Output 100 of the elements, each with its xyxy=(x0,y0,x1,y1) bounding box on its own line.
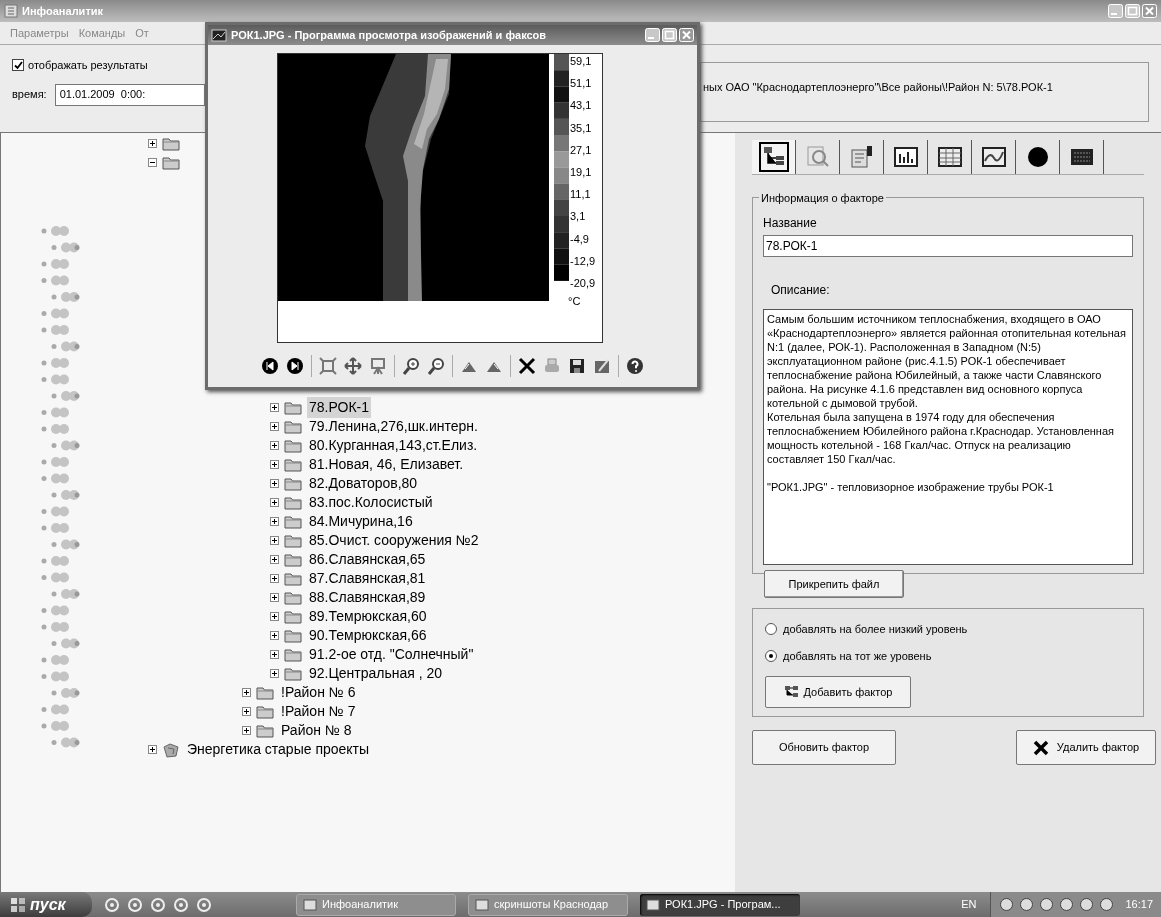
expand-icon[interactable] xyxy=(270,669,279,678)
expand-icon[interactable] xyxy=(270,479,279,488)
scale-label: 11,1 xyxy=(569,189,592,201)
tree-item[interactable]: 79.Ленина,276,шк.интерн. xyxy=(307,416,480,437)
collapse-icon[interactable] xyxy=(148,158,157,167)
expand-icon[interactable] xyxy=(270,422,279,431)
delete-factor-button[interactable]: Удалить фактор xyxy=(1016,730,1156,765)
tree-item[interactable]: 78.РОК-1 xyxy=(307,397,371,418)
tree-item[interactable]: 84.Мичурина,16 xyxy=(307,511,415,532)
expand-icon[interactable] xyxy=(270,593,279,602)
folder-icon xyxy=(284,533,302,548)
folder-icon xyxy=(284,419,302,434)
tray-icon[interactable] xyxy=(1019,897,1035,912)
expand-icon[interactable] xyxy=(270,612,279,621)
tree-item[interactable]: Район № 8 xyxy=(279,720,354,741)
tree-item[interactable]: 85.Очист. сооружения №2 xyxy=(307,530,481,551)
scale-label: -20,9 xyxy=(569,277,596,289)
scale-label: 51,1 xyxy=(569,78,593,90)
expand-icon[interactable] xyxy=(242,726,251,735)
start-button[interactable]: пуск xyxy=(0,892,92,917)
tray-icon[interactable] xyxy=(999,897,1015,912)
help-icon[interactable] xyxy=(626,357,644,375)
add-factor-button[interactable]: Добавить фактор xyxy=(765,676,911,708)
language-indicator[interactable]: EN xyxy=(961,896,977,913)
tree-item[interactable]: 83.пос.Колосистый xyxy=(307,492,435,513)
tree-item[interactable]: 92.Центральная , 20 xyxy=(307,663,445,684)
radio-button[interactable] xyxy=(765,649,777,662)
zoom-out-icon[interactable] xyxy=(427,357,445,375)
tree-item[interactable]: 82.Доваторов,80 xyxy=(307,473,420,494)
tab[interactable] xyxy=(752,140,796,174)
folder-icon xyxy=(162,136,180,151)
checkbox[interactable] xyxy=(12,59,24,72)
expand-icon[interactable] xyxy=(270,555,279,564)
expand-icon[interactable] xyxy=(270,403,279,412)
zoom-in-icon[interactable] xyxy=(402,357,420,375)
tree-item[interactable]: 88.Славянская,89 xyxy=(307,587,428,608)
fit-to-window-icon[interactable] xyxy=(319,357,337,375)
app-icon xyxy=(4,4,18,18)
expand-icon[interactable] xyxy=(148,139,157,148)
expand-icon[interactable] xyxy=(148,745,157,754)
tree-item[interactable]: Энергетика старые проекты xyxy=(185,739,372,760)
time-field[interactable]: 01.01.2009 0:00: xyxy=(54,83,205,106)
tray-icon[interactable] xyxy=(1039,897,1055,912)
folder-icon xyxy=(284,571,302,586)
quick-launch-icon[interactable] xyxy=(127,896,143,913)
folder-icon xyxy=(256,685,274,700)
quick-launch-icon[interactable] xyxy=(173,896,189,913)
quick-launch-icon[interactable] xyxy=(104,896,120,913)
quick-launch-icon[interactable] xyxy=(150,896,166,913)
update-factor-button[interactable]: Обновить фактор xyxy=(752,730,896,765)
expand-icon[interactable] xyxy=(270,650,279,659)
close-button[interactable] xyxy=(679,28,694,42)
expand-icon[interactable] xyxy=(270,441,279,450)
tree-item[interactable]: 86.Славянская,65 xyxy=(307,549,428,570)
tray-icon[interactable] xyxy=(1099,897,1115,912)
expand-icon[interactable] xyxy=(270,498,279,507)
clock: 16:17 xyxy=(1125,897,1153,913)
save-icon[interactable] xyxy=(568,357,586,375)
tree-item[interactable]: 87.Славянская,81 xyxy=(307,568,428,589)
expand-icon[interactable] xyxy=(242,707,251,716)
close-button[interactable] xyxy=(1142,4,1157,18)
tree-item[interactable]: !Район № 6 xyxy=(279,682,358,703)
tree-item[interactable]: 90.Темрюкская,66 xyxy=(307,625,429,646)
folder-icon xyxy=(284,438,302,453)
folder-icon xyxy=(284,457,302,472)
tree-item[interactable]: 89.Темрюкская,60 xyxy=(307,606,429,627)
taskbar-button[interactable]: РОК1.JPG - Програм... xyxy=(640,893,800,916)
window-title: Инфоаналитик xyxy=(22,3,105,19)
name-field[interactable]: 78.РОК-1 xyxy=(763,235,1133,257)
expand-icon[interactable] xyxy=(270,517,279,526)
edit-icon xyxy=(848,144,875,170)
folder-icon xyxy=(284,495,302,510)
tray-icon[interactable] xyxy=(1079,897,1095,912)
delete-icon[interactable] xyxy=(518,357,536,375)
folder-icon xyxy=(284,514,302,529)
next-icon[interactable] xyxy=(286,357,304,375)
tree-item[interactable]: 80.Курганная,143,ст.Елиз. xyxy=(307,435,480,456)
expand-icon[interactable] xyxy=(242,688,251,697)
time-label: время: xyxy=(12,87,47,103)
expand-icon[interactable] xyxy=(270,574,279,583)
expand-icon[interactable] xyxy=(270,536,279,545)
easel-icon[interactable] xyxy=(369,357,387,375)
tree-item[interactable]: 91.2-ое отд. "Солнечный" xyxy=(307,644,476,665)
folder-icon xyxy=(256,704,274,719)
expand-icon[interactable] xyxy=(270,460,279,469)
tree-item[interactable]: !Район № 7 xyxy=(279,701,358,722)
previous-icon[interactable] xyxy=(261,357,279,375)
scale-label: -4,9 xyxy=(569,233,590,245)
description-field[interactable]: Самым большим источником теплоснабжения, входящего в ОАО «Краснодартеплоэнерго» является районная отопительная котельная N:1 (далее, РОК-1). Расположенная в Западном (N:5) эксплуатационном районе (рис.4.1.5) РОК-1 обеспечивает теплоснабжение района Юбилейный, а также части Славянского района. На рисунке 4.1.6 представлен вид основного корпуса котельной с дымовой трубой. Котельная была запущена в 1974 году для обеспечения теплоснабжением Юбилейного района г.Краснодар. Установленная мощность котельной - 168 Гкал/час. Отпуск на реализацию составляет 150 Гкал/час. "РОК1.JPG" - тепловизорное изображение трубы РОК-1 xyxy=(763,309,1133,565)
quick-launch-icon[interactable] xyxy=(196,896,212,913)
tree-item[interactable]: 81.Новая, 46, Елизавет. xyxy=(307,454,466,475)
folder-icon xyxy=(284,666,302,681)
tray-icon[interactable] xyxy=(1059,897,1075,912)
move-icon[interactable] xyxy=(344,357,362,375)
edit-image-icon[interactable] xyxy=(593,357,611,375)
radio-button[interactable] xyxy=(765,623,777,636)
folder-icon xyxy=(284,476,302,491)
expand-icon[interactable] xyxy=(270,631,279,640)
attach-file-button[interactable]: Прикрепить файл xyxy=(764,570,904,598)
hierarchy-icon xyxy=(783,685,800,699)
